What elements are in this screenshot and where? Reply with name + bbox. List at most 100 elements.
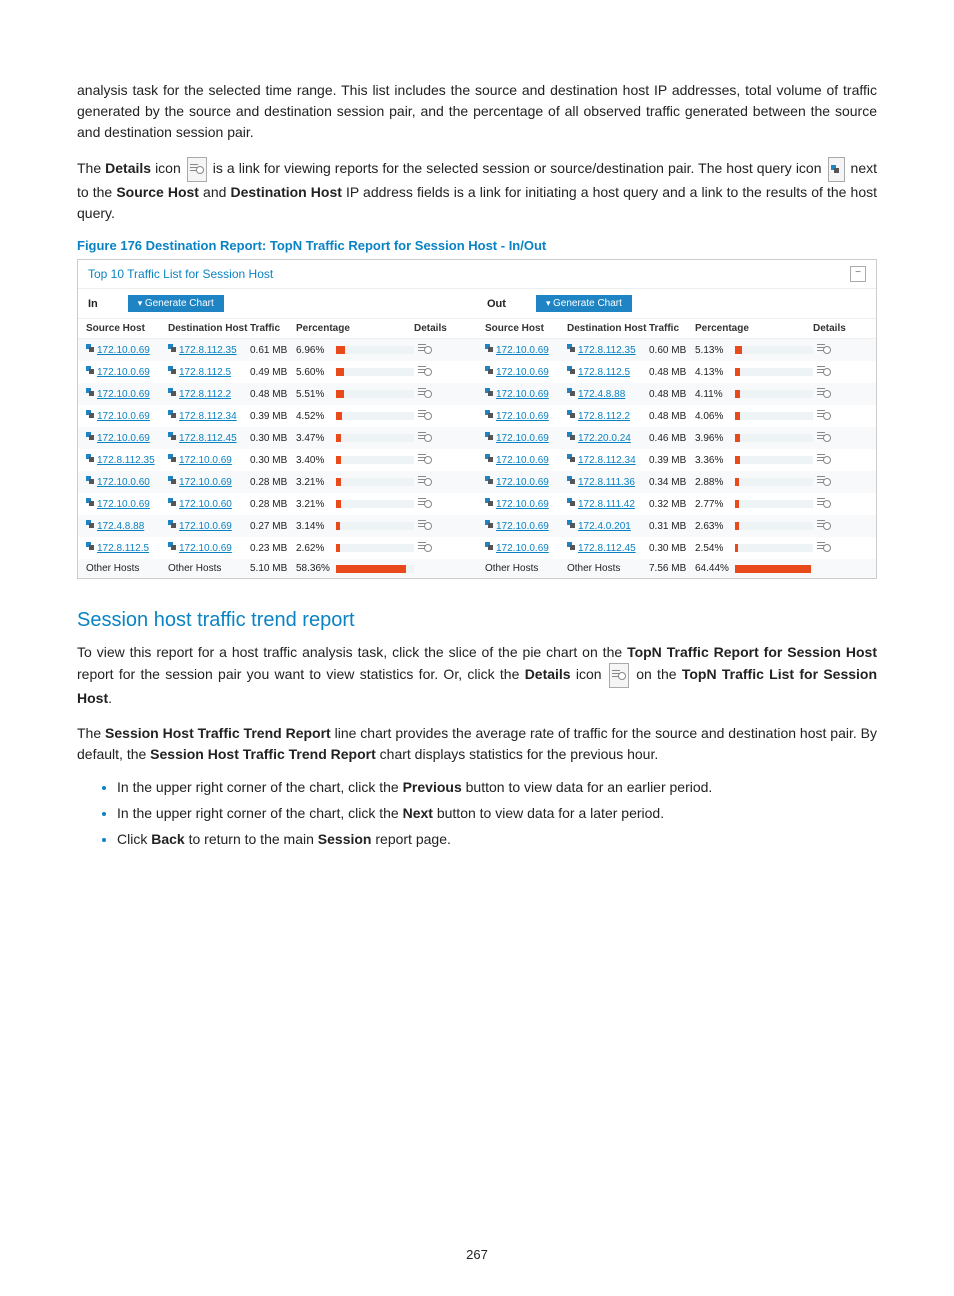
destination-host-link[interactable]: 172.10.0.60 — [179, 499, 232, 510]
host-query-icon[interactable] — [485, 476, 494, 485]
details-icon[interactable] — [418, 387, 432, 398]
details-icon[interactable] — [418, 475, 432, 486]
generate-chart-in-button[interactable]: Generate Chart — [128, 295, 224, 312]
destination-host-link[interactable]: 172.8.112.34 — [578, 455, 636, 466]
source-host-link[interactable]: 172.10.0.69 — [496, 389, 549, 400]
host-query-icon[interactable] — [86, 432, 95, 441]
host-query-icon[interactable] — [485, 344, 494, 353]
host-query-icon[interactable] — [567, 542, 576, 551]
host-query-icon[interactable] — [86, 366, 95, 375]
details-icon[interactable] — [418, 431, 432, 442]
details-icon[interactable] — [418, 497, 432, 508]
details-icon[interactable] — [817, 409, 831, 420]
host-query-icon[interactable] — [485, 542, 494, 551]
source-host-link[interactable]: 172.10.0.69 — [97, 411, 150, 422]
destination-host-link[interactable]: 172.8.112.35 — [578, 345, 636, 356]
source-host-link[interactable]: 172.10.0.69 — [97, 499, 150, 510]
source-host-link[interactable]: 172.10.0.69 — [97, 433, 150, 444]
source-host-link[interactable]: 172.10.0.69 — [97, 389, 150, 400]
host-query-icon[interactable] — [168, 520, 177, 529]
details-icon[interactable] — [817, 519, 831, 530]
details-icon[interactable] — [418, 365, 432, 376]
host-query-icon[interactable] — [485, 454, 494, 463]
details-icon[interactable] — [418, 519, 432, 530]
host-query-icon[interactable] — [485, 520, 494, 529]
host-query-icon[interactable] — [86, 410, 95, 419]
source-host-link[interactable]: 172.10.0.69 — [496, 521, 549, 532]
details-icon[interactable] — [817, 343, 831, 354]
host-query-icon[interactable] — [86, 498, 95, 507]
destination-host-link[interactable]: 172.10.0.69 — [179, 455, 232, 466]
host-query-icon[interactable] — [86, 476, 95, 485]
host-query-icon[interactable] — [567, 366, 576, 375]
collapse-button[interactable]: − — [850, 266, 866, 282]
source-host-link[interactable]: 172.10.0.69 — [496, 477, 549, 488]
destination-host-link[interactable]: 172.8.111.42 — [578, 499, 635, 510]
host-query-icon[interactable] — [86, 454, 95, 463]
source-host-link[interactable]: 172.8.112.5 — [97, 543, 149, 554]
host-query-icon[interactable] — [168, 432, 177, 441]
host-query-icon[interactable] — [86, 388, 95, 397]
generate-chart-out-button[interactable]: Generate Chart — [536, 295, 632, 312]
host-query-icon[interactable] — [567, 410, 576, 419]
details-icon[interactable] — [418, 453, 432, 464]
source-host-link[interactable]: 172.10.0.69 — [97, 367, 150, 378]
source-host-link[interactable]: 172.10.0.69 — [496, 345, 549, 356]
destination-host-link[interactable]: 172.10.0.69 — [179, 543, 232, 554]
host-query-icon[interactable] — [168, 498, 177, 507]
host-query-icon[interactable] — [567, 388, 576, 397]
host-query-icon[interactable] — [168, 344, 177, 353]
host-query-icon[interactable] — [168, 366, 177, 375]
source-host-link[interactable]: 172.4.8.88 — [97, 521, 144, 532]
destination-host-link[interactable]: 172.8.112.2 — [179, 389, 231, 400]
source-host-link[interactable]: 172.10.0.69 — [496, 367, 549, 378]
source-host-link[interactable]: 172.10.0.60 — [97, 477, 150, 488]
destination-host-link[interactable]: 172.8.111.36 — [578, 477, 635, 488]
host-query-icon[interactable] — [168, 542, 177, 551]
host-query-icon[interactable] — [567, 520, 576, 529]
destination-host-link[interactable]: 172.20.0.24 — [578, 433, 631, 444]
details-icon[interactable] — [817, 365, 831, 376]
host-query-icon[interactable] — [567, 498, 576, 507]
destination-host-link[interactable]: 172.8.112.45 — [578, 543, 636, 554]
destination-host-link[interactable]: 172.8.112.5 — [179, 367, 231, 378]
source-host-link[interactable]: 172.10.0.69 — [496, 455, 549, 466]
host-query-icon[interactable] — [168, 476, 177, 485]
source-host-link[interactable]: 172.10.0.69 — [496, 543, 549, 554]
host-query-icon[interactable] — [485, 410, 494, 419]
source-host-link[interactable]: 172.10.0.69 — [496, 411, 549, 422]
details-icon[interactable] — [817, 497, 831, 508]
host-query-icon[interactable] — [567, 432, 576, 441]
source-host-link[interactable]: 172.10.0.69 — [496, 433, 549, 444]
host-query-icon[interactable] — [485, 432, 494, 441]
destination-host-link[interactable]: 172.10.0.69 — [179, 521, 232, 532]
host-query-icon[interactable] — [567, 454, 576, 463]
host-query-icon[interactable] — [168, 388, 177, 397]
destination-host-link[interactable]: 172.8.112.45 — [179, 433, 237, 444]
details-icon[interactable] — [817, 475, 831, 486]
details-icon[interactable] — [418, 343, 432, 354]
host-query-icon[interactable] — [485, 388, 494, 397]
destination-host-link[interactable]: 172.4.0.201 — [578, 521, 631, 532]
destination-host-link[interactable]: 172.10.0.69 — [179, 477, 232, 488]
host-query-icon[interactable] — [168, 410, 177, 419]
source-host-link[interactable]: 172.10.0.69 — [496, 499, 549, 510]
destination-host-link[interactable]: 172.4.8.88 — [578, 389, 625, 400]
host-query-icon[interactable] — [86, 520, 95, 529]
details-icon[interactable] — [817, 541, 831, 552]
source-host-link[interactable]: 172.8.112.35 — [97, 455, 155, 466]
source-host-link[interactable]: 172.10.0.69 — [97, 345, 150, 356]
details-icon[interactable] — [817, 431, 831, 442]
host-query-icon[interactable] — [485, 498, 494, 507]
details-icon[interactable] — [817, 387, 831, 398]
destination-host-link[interactable]: 172.8.112.5 — [578, 367, 630, 378]
details-icon[interactable] — [418, 541, 432, 552]
destination-host-link[interactable]: 172.8.112.2 — [578, 411, 630, 422]
details-icon[interactable] — [817, 453, 831, 464]
host-query-icon[interactable] — [567, 476, 576, 485]
host-query-icon[interactable] — [168, 454, 177, 463]
host-query-icon[interactable] — [485, 366, 494, 375]
destination-host-link[interactable]: 172.8.112.35 — [179, 345, 237, 356]
host-query-icon[interactable] — [86, 542, 95, 551]
host-query-icon[interactable] — [86, 344, 95, 353]
